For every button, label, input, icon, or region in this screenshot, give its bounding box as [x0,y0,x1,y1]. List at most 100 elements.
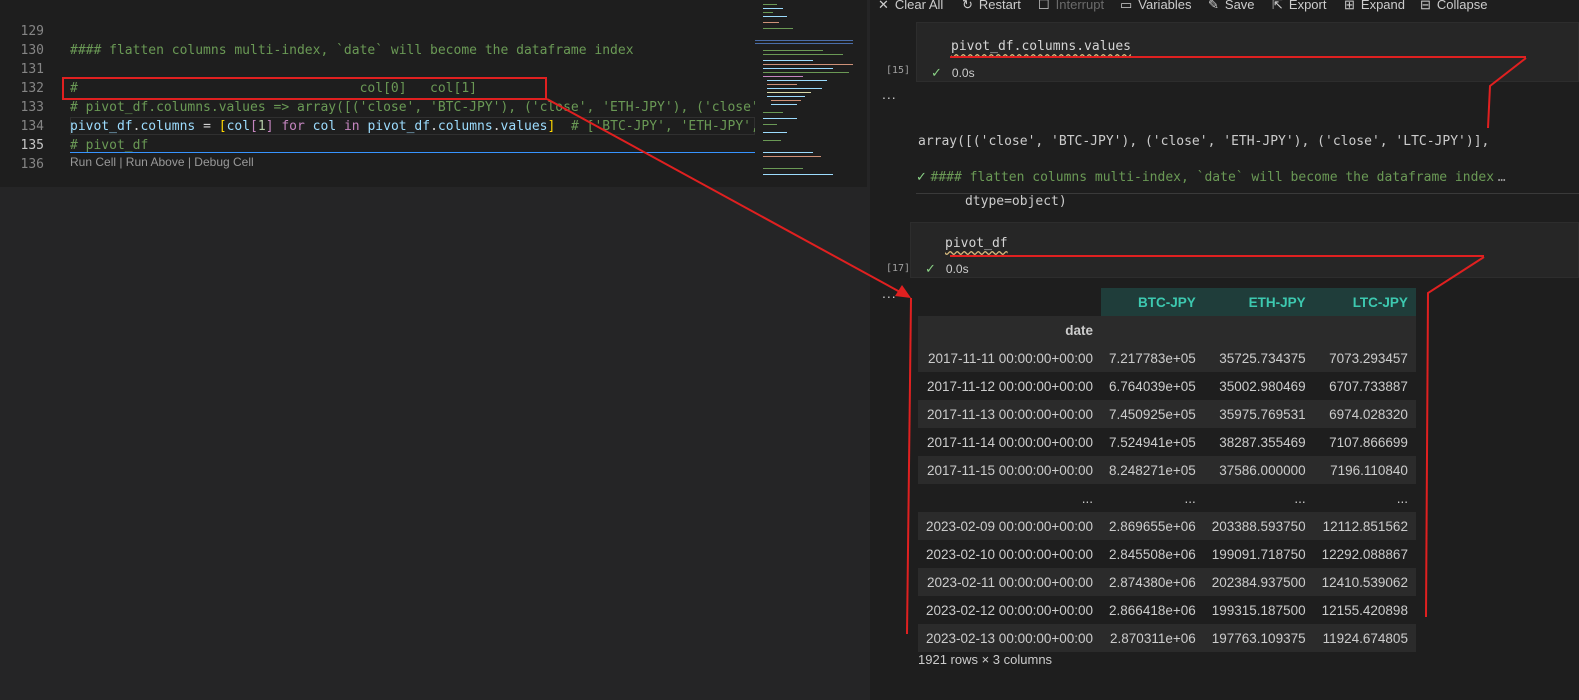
restart-label: Restart [978,0,1021,12]
minimap-line [763,174,833,175]
checkmark-icon: ✓ [925,261,936,276]
editor-line[interactable]: 129 #### flatten columns multi-index, `d… [0,3,760,58]
interactive-window[interactable]: ✕ Clear All ↻ Restart ☐ Interrupt ▭ Variable… [870,0,1579,700]
table-cell: 7073.293457 [1329,350,1408,366]
table-cell: 2.866418e+06 [1109,602,1196,618]
markdown-cell[interactable]: ✓ #### flatten columns multi-index, `dat… [916,169,1506,185]
index-name: date [1065,322,1094,338]
table-cell: 6.764039e+05 [1109,378,1196,394]
interrupt-label: Interrupt [1055,0,1105,12]
minimap[interactable] [755,0,855,187]
editor-line[interactable]: 130 [0,22,760,58]
export-button[interactable]: ⇱ Export [1272,0,1326,13]
minimap-line [767,88,822,89]
clear-all-button[interactable]: ✕ Clear All [878,0,943,13]
minimap-line [771,100,801,101]
annotation-underline [950,56,1526,60]
minimap-line [763,64,853,65]
run-cell-codelens[interactable]: Run Cell | Run Above | Debug Cell [70,155,254,169]
table-row: 2017-11-15 00:00:00+00:00 8.248271e+05 375… [918,456,1416,484]
expand-icon: ⊞ [1344,0,1355,12]
table-cell: 203388.593750 [1211,518,1306,534]
table-cell: ... [1294,490,1306,506]
expand-ellipsis[interactable]: … [1498,170,1506,185]
export-icon: ⇱ [1272,0,1283,12]
restart-button[interactable]: ↻ Restart [962,0,1021,13]
column-header: BTC-JPY [1101,288,1204,316]
table-cell: 7.450925e+05 [1109,406,1196,422]
cell-separator [916,193,1579,194]
cell-status: ✓ 0.0s [931,65,975,81]
table-row: 2023-02-09 00:00:00+00:00 2.869655e+06 203… [918,512,1416,540]
table-row: 2023-02-13 00:00:00+00:00 2.870311e+06 197… [918,624,1416,652]
table-cell: 202384.937500 [1211,574,1306,590]
table-cell: ... [1396,490,1408,506]
table-row: 2023-02-10 00:00:00+00:00 2.845508e+06 199… [918,540,1416,568]
annotation-bracket [1487,57,1527,129]
index-cell: 2023-02-09 00:00:00+00:00 [926,518,1094,534]
table-row: 2017-11-11 00:00:00+00:00 7.217783e+05 357… [918,344,1416,372]
table-row: 2023-02-11 00:00:00+00:00 2.874380e+06 202… [918,568,1416,596]
expand-label: Expand [1360,0,1405,12]
empty-panel [0,187,870,700]
minimap-line [767,80,827,81]
minimap-line [763,72,849,73]
editor-line[interactable]: 135 [0,117,760,153]
table-row: 2017-11-12 00:00:00+00:00 6.764039e+05 350… [918,372,1416,400]
table-cell: 35725.734375 [1219,350,1306,366]
empty-cell [1204,316,1314,344]
minimap-line [763,22,779,23]
collapse-icon: ⊟ [1420,0,1431,12]
close-icon: ✕ [878,0,889,12]
table-cell: 2.870311e+06 [1110,630,1196,646]
table-cell: 197763.109375 [1211,630,1306,646]
save-icon: ✎ [1208,0,1219,12]
minimap-line [763,132,787,133]
more-actions-icon[interactable]: ... [882,285,897,301]
collapse-label: Collapse [1436,0,1488,12]
cell-code[interactable]: pivot_df [945,236,1008,251]
index-cell: 2017-11-14 00:00:00+00:00 [927,434,1094,450]
execution-count: [17] [886,263,911,274]
table-cell: 8.248271e+05 [1109,462,1196,478]
minimap-line [755,40,853,41]
more-actions-icon[interactable]: ... [882,86,897,102]
table-row: ............ [918,484,1416,512]
save-button[interactable]: ✎ Save [1208,0,1255,13]
table-cell: 199091.718750 [1211,546,1306,562]
table-cell: 12292.088867 [1321,546,1408,562]
variables-icon: ▭ [1120,0,1133,12]
editor-line[interactable]: 134 # pivot_df [0,98,760,153]
checkmark-icon: ✓ [916,169,927,184]
editor-line[interactable]: 131 # col[0] col[1] [0,41,760,96]
table-cell: 7196.110840 [1330,462,1408,478]
index-cell: 2017-11-11 00:00:00+00:00 [928,350,1094,366]
table-cell: 38287.355469 [1219,434,1306,450]
minimap-line [763,68,833,69]
table-cell: 35002.980469 [1219,378,1306,394]
interrupt-button[interactable]: ☐ Interrupt [1038,0,1104,13]
minimap-line [763,112,783,113]
variables-button[interactable]: ▭ Variables [1120,0,1192,13]
table-cell: 7107.866699 [1329,434,1408,450]
table-cell: 12112.851562 [1322,518,1408,534]
table-cell: 7.217783e+05 [1109,350,1196,366]
dataframe-table: BTC-JPY ETH-JPY LTC-JPY date 2017-11-11 … [918,288,1416,652]
minimap-line [763,156,821,157]
table-cell: 7.524941e+05 [1109,434,1196,450]
minimap-line [763,76,803,77]
table-cell: ... [1184,490,1196,506]
table-cell: 35975.769531 [1219,406,1306,422]
table-cell: 199315.187500 [1211,602,1306,618]
table-row: 2017-11-13 00:00:00+00:00 7.450925e+05 359… [918,400,1416,428]
empty-cell [1101,316,1204,344]
minimap-line [763,8,783,9]
cell-code[interactable]: pivot_df.columns.values [951,39,1131,54]
table-cell: 2.874380e+06 [1109,574,1196,590]
collapse-button[interactable]: ⊟ Collapse [1420,0,1488,13]
code-editor[interactable]: 129 #### flatten columns multi-index, `d… [0,0,867,225]
table-cell: 12155.420898 [1321,602,1408,618]
minimap-line [763,60,813,61]
index-cell: 2017-11-15 00:00:00+00:00 [927,462,1094,478]
expand-button[interactable]: ⊞ Expand [1344,0,1405,13]
